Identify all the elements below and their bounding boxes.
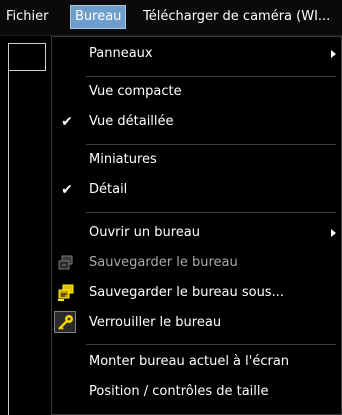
pane-header-box bbox=[8, 43, 46, 71]
menu-item-label: Vue détaillée bbox=[89, 114, 174, 129]
key-icon bbox=[56, 313, 76, 333]
menu-fichier[interactable]: Fichier bbox=[2, 5, 53, 29]
menu-separator bbox=[86, 212, 336, 213]
menu-item-label: Miniatures bbox=[89, 152, 157, 167]
bureau-dropdown-menu: Panneaux Vue compacte ✔ Vue détaillée Mi… bbox=[51, 36, 342, 415]
menu-item-position-controles-taille[interactable]: Position / contrôles de taille bbox=[52, 378, 340, 406]
menu-item-label: Ouvrir un bureau bbox=[89, 225, 200, 240]
menu-bureau[interactable]: Bureau bbox=[70, 5, 127, 29]
menu-item-monter-bureau-ecran[interactable]: Monter bureau actuel à l'écran bbox=[52, 348, 340, 376]
menu-item-detail[interactable]: ✔ Détail bbox=[52, 176, 340, 204]
menu-item-label: Monter bureau actuel à l'écran bbox=[89, 354, 290, 369]
app-window: Fichier Bureau Télécharger de caméra (WI… bbox=[0, 0, 342, 415]
menu-item-vue-compacte[interactable]: Vue compacte bbox=[52, 78, 340, 106]
menu-item-label: Détail bbox=[89, 182, 128, 197]
save-desktop-icon bbox=[56, 253, 76, 273]
menu-item-sauvegarder-bureau[interactable]: Sauvegarder le bureau bbox=[52, 249, 340, 277]
left-pane bbox=[0, 36, 52, 415]
menu-item-label: Panneaux bbox=[89, 46, 153, 61]
checkmark-icon: ✔ bbox=[61, 114, 73, 130]
menu-item-sauvegarder-bureau-sous[interactable]: Sauvegarder le bureau sous... bbox=[52, 279, 340, 307]
menu-separator bbox=[86, 344, 336, 345]
save-desktop-as-icon bbox=[56, 283, 76, 303]
menu-item-label: Position / contrôles de taille bbox=[89, 384, 269, 399]
menu-item-miniatures[interactable]: Miniatures bbox=[52, 146, 340, 174]
menu-item-label: Verrouiller le bureau bbox=[89, 315, 222, 330]
menu-item-panneaux[interactable]: Panneaux bbox=[52, 40, 340, 68]
pane-divider bbox=[8, 71, 9, 415]
submenu-arrow-icon bbox=[331, 229, 336, 237]
menu-item-label: Vue compacte bbox=[89, 84, 182, 99]
menu-item-vue-detaillee[interactable]: ✔ Vue détaillée bbox=[52, 108, 340, 136]
menu-separator bbox=[86, 76, 336, 77]
menu-bar: Fichier Bureau Télécharger de caméra (WI… bbox=[0, 0, 342, 36]
menu-telecharger-camera[interactable]: Télécharger de caméra (WI... bbox=[139, 5, 334, 29]
checkmark-icon: ✔ bbox=[61, 182, 73, 198]
menu-item-verrouiller-bureau[interactable]: Verrouiller le bureau bbox=[52, 309, 340, 337]
menu-item-ouvrir-bureau[interactable]: Ouvrir un bureau bbox=[52, 219, 340, 247]
submenu-arrow-icon bbox=[331, 50, 336, 58]
menu-separator bbox=[86, 144, 336, 145]
menu-item-label: Sauvegarder le bureau bbox=[89, 255, 238, 270]
menu-item-label: Sauvegarder le bureau sous... bbox=[89, 285, 284, 300]
